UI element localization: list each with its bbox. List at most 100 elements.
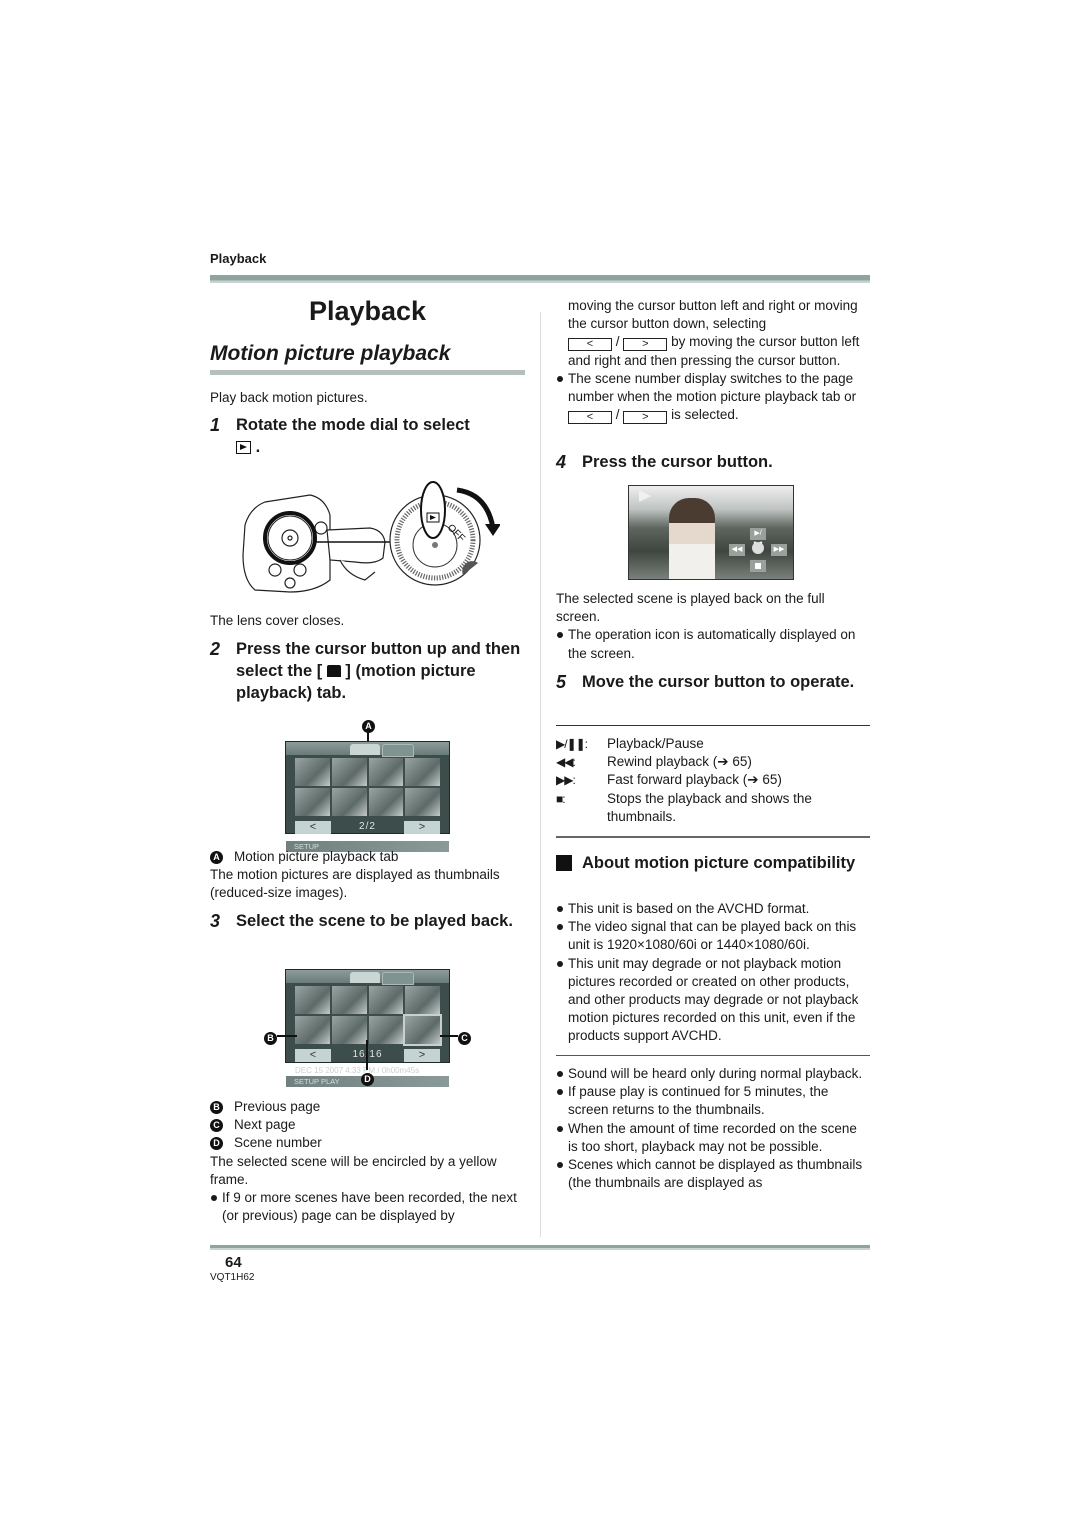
- control-item: ▶/❚❚: Playback/Pause: [556, 735, 870, 753]
- thumbnail[interactable]: [331, 758, 367, 786]
- step-number: 4: [556, 452, 567, 472]
- stop-icon[interactable]: [750, 560, 766, 572]
- prev-button-glyph: <: [568, 411, 612, 425]
- thumbnail[interactable]: [405, 788, 440, 816]
- camcorder-mode-dial-illustration: OFF: [242, 481, 500, 593]
- control-item: ▶▶: Fast forward playback (➔ 65): [556, 771, 870, 789]
- misc-bullet: Scenes which cannot be displayed as thum…: [556, 1156, 870, 1192]
- callout-badge: D: [210, 1137, 223, 1151]
- step-number: 3: [210, 911, 221, 931]
- step-4: 4 Press the cursor button.: [556, 451, 871, 473]
- page-title: Playback: [308, 296, 427, 326]
- continued-text-1: moving the cursor button left and right …: [568, 298, 858, 332]
- bullet-text-end: is selected.: [671, 407, 739, 423]
- cursor-center-icon[interactable]: [752, 542, 764, 554]
- callout-b-badge: B: [264, 1032, 277, 1045]
- next-button-glyph: >: [623, 411, 668, 425]
- callout-legend: B Previous page C Next page D Scene number …: [210, 1098, 530, 1225]
- callout-badge: C: [210, 1119, 223, 1133]
- previous-page-button[interactable]: <: [295, 1049, 331, 1062]
- step-5: 5 Move the cursor button to operate.: [556, 671, 871, 693]
- motion-picture-tab[interactable]: [350, 744, 380, 755]
- thumbnail[interactable]: [331, 986, 367, 1014]
- play-mode-icon: [236, 441, 251, 454]
- step-text: Rotate the mode dial to select: [236, 416, 470, 434]
- legend-item-d: D Scene number: [210, 1134, 530, 1152]
- play-pause-icon: ▶/❚❚:: [556, 737, 588, 751]
- thumbnail[interactable]: [368, 788, 404, 816]
- previous-page-button[interactable]: <: [295, 821, 331, 834]
- legend-item-b: B Previous page: [210, 1098, 530, 1116]
- legend-label: Scene number: [234, 1135, 322, 1151]
- rewind-icon[interactable]: ◀◀: [729, 544, 745, 556]
- footer-rule: [210, 1245, 870, 1250]
- thumbnail-selected[interactable]: [403, 1014, 442, 1046]
- compat-bullet: This unit is based on the AVCHD format.: [556, 900, 870, 918]
- legend-label: Next page: [234, 1117, 296, 1133]
- subject-figure: [669, 498, 715, 579]
- bullet-9-scenes: If 9 or more scenes have been recorded, …: [210, 1189, 530, 1225]
- next-page-button[interactable]: >: [404, 1049, 440, 1062]
- compat-bullet: The video signal that can be played back…: [556, 918, 870, 954]
- thumbnail[interactable]: [368, 986, 404, 1014]
- thumbnail[interactable]: [368, 758, 404, 786]
- controls-rule-bottom: [556, 836, 870, 838]
- callout-a-legend: A Motion picture playback tab: [210, 848, 530, 866]
- step1-note: The lens cover closes.: [210, 613, 345, 628]
- misc-bullet: Sound will be heard only during normal p…: [556, 1065, 870, 1083]
- step-3: 3 Select the scene to be played back.: [210, 910, 525, 932]
- thumbnail[interactable]: [295, 1016, 330, 1044]
- fast-forward-icon: ▶▶:: [556, 773, 576, 788]
- page-count: 2/2: [359, 821, 376, 832]
- slash: /: [615, 334, 620, 350]
- motion-picture-tab[interactable]: [350, 972, 380, 983]
- thumbnail[interactable]: [295, 788, 330, 816]
- prev-button-glyph: <: [568, 338, 612, 352]
- thumbnail[interactable]: [331, 1016, 367, 1044]
- next-button-glyph: >: [623, 338, 668, 352]
- thumbnail[interactable]: [295, 986, 330, 1014]
- thumbnail[interactable]: [295, 758, 330, 786]
- callout-a-badge: A: [210, 851, 223, 864]
- document-code: VQT1H62: [210, 1272, 255, 1283]
- header-rule: [210, 275, 870, 283]
- thumbnail-screen-page: < 2/2 > SETUP: [285, 741, 450, 852]
- fast-forward-icon[interactable]: ▶▶: [771, 544, 787, 556]
- still-picture-tab[interactable]: [382, 744, 414, 757]
- play-pause-icon[interactable]: ▶/❚❚: [750, 528, 766, 549]
- callout-a: A: [362, 717, 386, 735]
- next-page-button[interactable]: >: [404, 821, 440, 834]
- compat-heading: About motion picture compatibility: [556, 852, 896, 874]
- step-number: 5: [556, 672, 567, 692]
- legend-item-c: C Next page: [210, 1116, 530, 1134]
- controls-rule-top: [556, 725, 870, 726]
- continued-text-2: by moving the cursor button left and rig…: [568, 334, 860, 368]
- step-2: 2 Press the cursor button up and then se…: [210, 638, 525, 704]
- callout-b: B: [264, 1029, 288, 1047]
- control-item: ■: Stops the playback and shows the thumb…: [556, 790, 870, 826]
- step4-notes: The selected scene is played back on the…: [556, 590, 871, 663]
- thumbnails-note: The motion pictures are displayed as thu…: [210, 867, 500, 901]
- step-text: Press the cursor button.: [582, 453, 773, 471]
- thumbnail[interactable]: [405, 986, 440, 1014]
- callout-badge: B: [210, 1101, 223, 1114]
- callout-d-leader: [366, 1040, 368, 1070]
- step-text: Select the scene to be played back.: [236, 912, 513, 930]
- column-divider: [540, 312, 541, 1237]
- control-label: Fast forward playback (➔ 65): [607, 772, 782, 788]
- thumbnail[interactable]: [405, 758, 440, 786]
- misc-bullet: If pause play is continued for 5 minutes…: [556, 1083, 870, 1119]
- thumbnail[interactable]: [368, 1016, 404, 1044]
- still-picture-tab[interactable]: [382, 972, 414, 985]
- callout-c: C: [458, 1029, 482, 1047]
- step-number: 2: [210, 639, 221, 659]
- step-punct: .: [255, 438, 261, 456]
- compat-bullet: This unit may degrade or not playback mo…: [556, 955, 870, 1046]
- thumbnail[interactable]: [331, 788, 367, 816]
- callout-d: D: [361, 1070, 385, 1088]
- continued-text: moving the cursor button left and right …: [556, 297, 871, 425]
- step-1: 1 Rotate the mode dial to select .: [210, 414, 525, 458]
- control-label: Stops the playback and shows the thumbna…: [607, 790, 812, 824]
- legend-label: Previous page: [234, 1099, 321, 1114]
- misc-bullet: When the amount of time recorded on the …: [556, 1120, 870, 1156]
